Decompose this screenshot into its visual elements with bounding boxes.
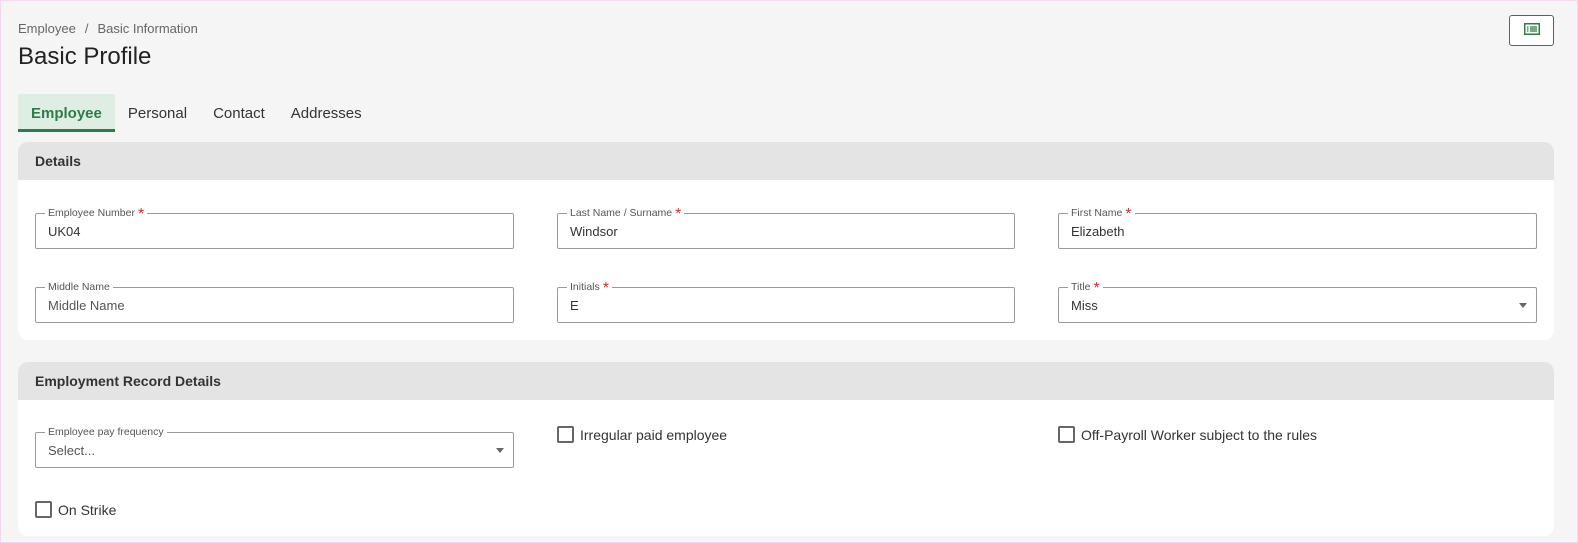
last-name-field[interactable]: Last Name / Surname * Windsor [557, 206, 1015, 249]
last-name-value: Windsor [570, 224, 618, 239]
tab-employee[interactable]: Employee [18, 94, 115, 132]
required-marker: * [1093, 280, 1100, 297]
checkbox-box[interactable] [1058, 426, 1075, 443]
tab-contact[interactable]: Contact [200, 94, 278, 132]
breadcrumb-parent-link[interactable]: Employee [18, 21, 76, 36]
page-title: Basic Profile [18, 43, 152, 70]
title-label: Title * [1068, 280, 1103, 297]
required-marker: * [602, 280, 609, 297]
first-name-field[interactable]: First Name * Elizabeth [1058, 206, 1537, 249]
breadcrumb-current: Basic Information [97, 21, 198, 36]
required-marker: * [675, 206, 682, 223]
middle-name-field[interactable]: Middle Name Middle Name [35, 280, 514, 323]
employee-number-value: UK04 [48, 224, 81, 239]
off-payroll-checkbox[interactable]: Off-Payroll Worker subject to the rules [1058, 426, 1317, 443]
initials-label: Initials * [567, 280, 612, 297]
details-header: Details [18, 142, 1554, 180]
off-payroll-label: Off-Payroll Worker subject to the rules [1081, 426, 1318, 443]
title-select[interactable]: Title * Miss [1058, 280, 1537, 323]
initials-field[interactable]: Initials * E [557, 280, 1015, 323]
details-card: Details Employee Number * UK04 Last Name … [18, 142, 1554, 340]
breadcrumb-separator: / [84, 21, 89, 36]
required-marker: * [1125, 206, 1132, 223]
on-strike-checkbox[interactable]: On Strike [35, 501, 116, 518]
employment-record-card: Employment Record Details Employee pay f… [18, 362, 1554, 536]
required-marker: * [137, 206, 145, 223]
tab-addresses[interactable]: Addresses [278, 94, 375, 132]
middle-name-label: Middle Name [45, 280, 113, 294]
list-view-toggle-button[interactable] [1509, 15, 1554, 46]
first-name-label: First Name * [1068, 206, 1135, 223]
tab-bar: Employee Personal Contact Addresses [18, 94, 375, 132]
irregular-paid-label: Irregular paid employee [580, 426, 728, 443]
checkbox-box[interactable] [35, 501, 52, 518]
first-name-value: Elizabeth [1071, 224, 1125, 239]
checkbox-box[interactable] [557, 426, 574, 443]
initials-value: E [570, 298, 579, 313]
title-value: Miss [1071, 298, 1098, 313]
employee-number-label: Employee Number * [45, 206, 148, 223]
last-name-label: Last Name / Surname * [567, 206, 685, 223]
employment-record-header: Employment Record Details [18, 362, 1554, 400]
chevron-down-icon [1519, 303, 1527, 308]
breadcrumb: Employee / Basic Information [18, 21, 198, 36]
pay-frequency-label: Employee pay frequency [45, 425, 167, 439]
tab-personal[interactable]: Personal [115, 94, 200, 132]
pay-frequency-select[interactable]: Employee pay frequency Select... [35, 425, 514, 468]
middle-name-placeholder: Middle Name [48, 298, 125, 313]
employee-number-field[interactable]: Employee Number * UK04 [35, 206, 514, 249]
on-strike-label: On Strike [58, 501, 117, 518]
list-view-icon [1523, 22, 1540, 40]
pay-frequency-placeholder: Select... [48, 443, 95, 458]
irregular-paid-checkbox[interactable]: Irregular paid employee [557, 426, 727, 443]
chevron-down-icon [496, 448, 504, 453]
